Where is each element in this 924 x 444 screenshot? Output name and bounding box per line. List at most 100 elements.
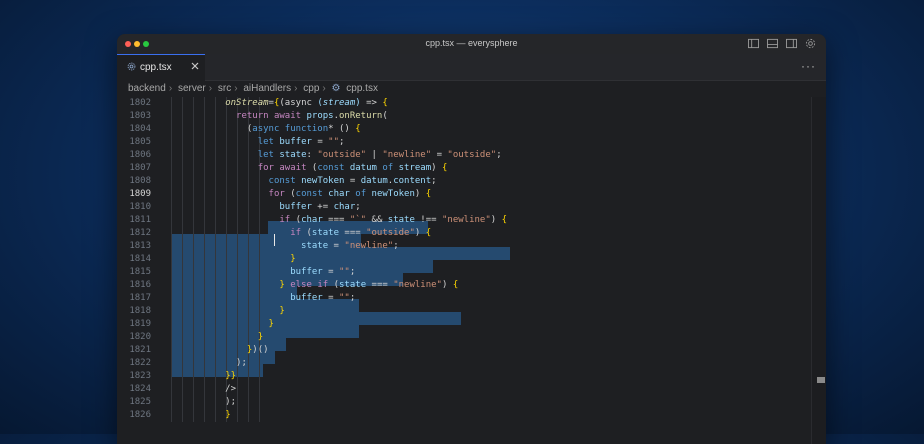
code-line[interactable]: 1804 (async function* () { [117,123,807,136]
editor-window: cpp.tsx — everysphere cpp.tsx ··· backen… [117,34,826,444]
breadcrumb-item[interactable]: cpp.tsx [346,83,378,94]
gear-icon[interactable] [805,38,816,49]
code-line[interactable]: 1814 } [117,253,807,266]
gear-file-icon: ⚙ [331,83,341,94]
code-line[interactable]: 1821 })() [117,344,807,357]
breadcrumb-item[interactable]: src [218,83,231,94]
code-line[interactable]: 1803 return await props.onReturn( [117,110,807,123]
line-number: 1812 [129,228,151,238]
chevron-right-icon: › [234,83,238,94]
code-line[interactable]: 1818 } [117,305,807,318]
code-text: } [257,332,264,342]
breadcrumb-item[interactable]: backend [128,83,166,94]
line-number: 1813 [129,241,151,251]
toggle-panel-icon[interactable] [767,38,778,49]
line-number: 1817 [129,293,151,303]
line-number: 1806 [129,150,151,160]
code-text: if (state === "outside") { [290,228,432,238]
code-line[interactable]: 1812 if (state === "outside") { [117,227,807,240]
code-text: })() [246,345,269,355]
code-text: let state: "outside" | "newline" = "outs… [257,150,502,160]
code-text: return await props.onReturn( [236,111,388,121]
line-number: 1810 [129,202,151,212]
chevron-right-icon: › [208,83,213,94]
line-number: 1822 [129,358,151,368]
code-line[interactable]: 1807 for await (const datum of stream) { [117,162,807,175]
gear-file-icon [127,62,136,71]
breadcrumb: backend › server › src › aiHandlers › cpp › ⚙… [128,83,381,97]
vertical-scrollbar[interactable] [811,97,826,444]
code-line[interactable]: 1815 buffer = ""; [117,266,807,279]
code-text: } else if (state === "newline") { [279,280,459,290]
code-line[interactable]: 1820 } [117,331,807,344]
line-number: 1820 [129,332,151,342]
code-text: ); [171,397,237,407]
code-line[interactable]: 1810 buffer += char; [117,201,807,214]
tab-cpp-tsx[interactable]: cpp.tsx [117,54,205,81]
line-number: 1818 [129,306,151,316]
more-actions-icon[interactable]: ··· [801,59,816,73]
toggle-primary-sidebar-icon[interactable] [748,38,759,49]
scrollbar-thumb[interactable] [817,377,825,383]
chevron-right-icon: › [322,83,326,94]
line-number: 1819 [129,319,151,329]
code-text: for (const char of newToken) { [268,189,432,199]
code-text: }} [225,371,237,381]
code-editor[interactable]: 1802 onStream={(async (stream) => {1803 … [117,97,826,444]
code-text: buffer += char; [279,202,361,212]
line-number: 1814 [129,254,151,264]
code-line[interactable]: 1816 } else if (state === "newline") { [117,279,807,292]
line-number: 1805 [129,137,151,147]
code-line[interactable]: 1806 let state: "outside" | "newline" = … [117,149,807,162]
chevron-right-icon: › [294,83,298,94]
code-text: onStream={(async (stream) => { [225,98,388,108]
code-line[interactable]: 1811 if (char === "`" && state !== "newl… [117,214,807,227]
line-number: 1809 [129,189,151,199]
code-line[interactable]: 1824 /> [117,383,807,396]
title-bar: cpp.tsx — everysphere [117,34,826,54]
line-number: 1823 [129,371,151,381]
code-text: ); [171,358,247,368]
code-text: state = "newline"; [301,241,399,251]
code-text: } [225,410,231,420]
code-text: const newToken = datum.content; [268,176,437,186]
code-text: } [279,306,285,316]
code-line[interactable]: 1805 let buffer = ""; [117,136,807,149]
code-line[interactable]: 1808 const newToken = datum.content; [117,175,807,188]
line-number: 1815 [129,267,151,277]
code-line[interactable]: 1826 } [117,409,807,422]
line-number: 1824 [129,384,151,394]
window-title: cpp.tsx — everysphere [425,38,518,48]
code-line[interactable]: 1819 } [117,318,807,331]
code-line[interactable]: 1809 for (const char of newToken) { [117,188,807,201]
code-text: let buffer = ""; [257,137,345,147]
breadcrumb-item[interactable]: cpp [303,83,319,94]
line-number: 1821 [129,345,151,355]
code-text: } [290,254,296,264]
tab-bar: cpp.tsx ··· [117,54,826,81]
toggle-secondary-sidebar-icon[interactable] [786,38,797,49]
breadcrumb-item[interactable]: server [178,83,206,94]
line-number: 1802 [129,98,151,108]
code-line[interactable]: 1817 buffer = ""; [117,292,807,305]
breadcrumb-item[interactable]: aiHandlers [243,83,291,94]
code-line[interactable]: 1813 state = "newline"; [117,240,807,253]
code-text: /> [171,384,237,394]
code-line[interactable]: 1825 ); [117,396,807,409]
code-text: } [268,319,274,329]
code-line[interactable]: 1822 ); [117,357,807,370]
chevron-right-icon: › [168,83,173,94]
code-text: (async function* () { [171,124,361,134]
code-line[interactable]: 1802 onStream={(async (stream) => { [117,97,807,110]
code-line[interactable]: 1823 }} [117,370,807,383]
line-number: 1825 [129,397,151,407]
close-icon[interactable] [190,61,200,71]
line-number: 1804 [129,124,151,134]
line-number: 1803 [129,111,151,121]
tab-label: cpp.tsx [140,62,172,73]
line-number: 1808 [129,176,151,186]
line-number: 1811 [129,215,151,225]
code-text: buffer = ""; [290,293,356,303]
line-number: 1807 [129,163,151,173]
line-number: 1816 [129,280,151,290]
